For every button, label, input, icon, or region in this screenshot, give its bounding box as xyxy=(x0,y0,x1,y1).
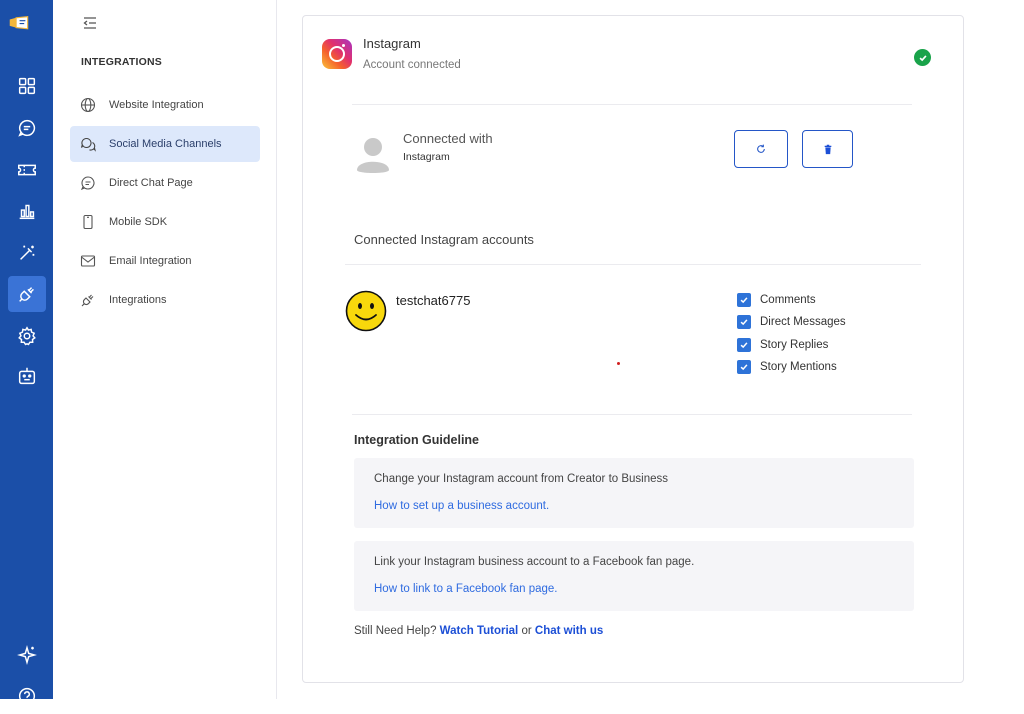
settings-icon[interactable] xyxy=(8,318,46,354)
sidebar-item-direct-chat-page[interactable]: Direct Chat Page xyxy=(70,165,260,201)
help-line: Still Need Help? Watch Tutorial or Chat … xyxy=(354,625,603,637)
sidebar-item-label: Mobile SDK xyxy=(109,216,168,228)
sidebar-item-email-integration[interactable]: Email Integration xyxy=(70,243,260,279)
permission-story-mentions[interactable]: Story Mentions xyxy=(737,358,837,376)
sidebar-item-website-integration[interactable]: Website Integration xyxy=(70,87,260,123)
chat-with-us-link[interactable]: Chat with us xyxy=(535,625,603,637)
divider xyxy=(345,264,921,265)
guideline-step-text: Link your Instagram business account to … xyxy=(374,556,695,568)
watch-tutorial-link[interactable]: Watch Tutorial xyxy=(440,625,519,637)
sidebar-heading: INTEGRATIONS xyxy=(81,56,162,68)
app-rail xyxy=(0,0,53,705)
plug-icon xyxy=(81,294,94,307)
guideline-step: Change your Instagram account from Creat… xyxy=(354,458,914,528)
checkbox-checked-icon[interactable] xyxy=(737,338,751,352)
checkbox-checked-icon[interactable] xyxy=(737,315,751,329)
connected-with-value: Instagram xyxy=(403,151,450,163)
guideline-step-text: Change your Instagram account from Creat… xyxy=(374,473,669,485)
chat-icon xyxy=(80,176,95,191)
checkbox-checked-icon[interactable] xyxy=(737,293,751,307)
help-icon[interactable] xyxy=(8,678,46,714)
connected-check-icon xyxy=(914,49,931,66)
permission-direct-messages[interactable]: Direct Messages xyxy=(737,313,846,331)
channel-status: Account connected xyxy=(363,59,461,71)
guideline-title: Integration Guideline xyxy=(354,433,480,447)
bot-icon[interactable] xyxy=(8,358,46,394)
facebook-fan-page-link[interactable]: How to link to a Facebook fan page. xyxy=(374,583,557,595)
delete-button[interactable] xyxy=(802,130,853,168)
sidebar-item-label: Email Integration xyxy=(109,255,192,267)
permission-label: Story Replies xyxy=(760,339,829,351)
business-account-link[interactable]: How to set up a business account. xyxy=(374,500,549,512)
magic-wand-icon[interactable] xyxy=(8,235,46,271)
stray-dot xyxy=(617,362,620,365)
mobile-icon xyxy=(83,214,93,230)
permission-label: Comments xyxy=(760,294,816,306)
integrations-sidebar: INTEGRATIONS Website Integration Social … xyxy=(53,0,277,699)
permission-story-replies[interactable]: Story Replies xyxy=(737,336,828,354)
avatar xyxy=(355,134,391,174)
sidebar-item-label: Social Media Channels xyxy=(109,138,222,150)
trash-icon xyxy=(824,144,831,154)
dashboard-icon[interactable] xyxy=(8,68,46,104)
permission-label: Direct Messages xyxy=(760,316,846,328)
account-avatar-smiley-icon xyxy=(345,290,387,332)
sidebar-item-label: Integrations xyxy=(109,294,167,306)
help-or: or xyxy=(521,625,532,637)
channel-title: Instagram xyxy=(363,36,421,51)
globe-icon xyxy=(80,97,96,113)
instagram-integration-card: Instagram Account connected Connected wi… xyxy=(302,15,964,683)
ticket-icon[interactable] xyxy=(8,152,46,188)
sparkle-icon[interactable] xyxy=(8,637,46,673)
mail-icon xyxy=(80,255,96,267)
divider xyxy=(352,414,912,415)
refresh-icon xyxy=(757,144,765,153)
divider xyxy=(352,104,912,105)
checkbox-checked-icon[interactable] xyxy=(737,360,751,374)
chat-bubbles-icon xyxy=(80,137,96,152)
refresh-button[interactable] xyxy=(734,130,788,168)
guideline-step: Link your Instagram business account to … xyxy=(354,541,914,611)
account-name: testchat6775 xyxy=(396,293,471,308)
sidebar-item-mobile-sdk[interactable]: Mobile SDK xyxy=(70,204,260,240)
connected-with-label: Connected with xyxy=(403,131,493,146)
permission-comments[interactable]: Comments xyxy=(737,291,816,309)
sidebar-item-social-media-channels[interactable]: Social Media Channels xyxy=(70,126,260,162)
sidebar-item-integrations[interactable]: Integrations xyxy=(70,282,260,318)
logo-icon[interactable] xyxy=(8,12,46,40)
collapse-menu-icon[interactable] xyxy=(81,14,99,32)
permission-label: Story Mentions xyxy=(760,361,837,373)
sidebar-item-label: Direct Chat Page xyxy=(109,177,193,189)
plug-icon[interactable] xyxy=(8,276,46,312)
analytics-icon[interactable] xyxy=(8,193,46,229)
chat-icon[interactable] xyxy=(8,110,46,146)
help-prefix: Still Need Help? xyxy=(354,625,437,637)
connected-accounts-heading: Connected Instagram accounts xyxy=(354,232,534,247)
instagram-logo-icon xyxy=(322,39,352,69)
sidebar-item-label: Website Integration xyxy=(109,99,204,111)
